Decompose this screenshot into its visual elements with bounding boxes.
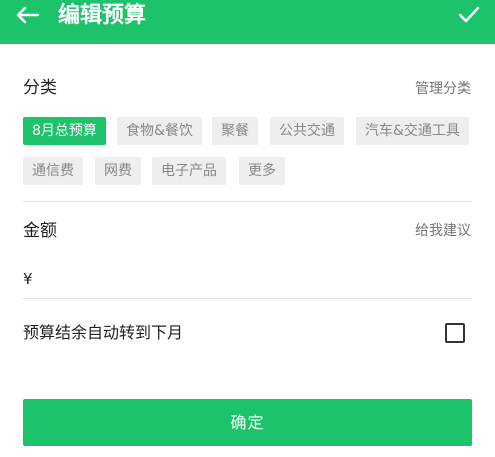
rollover-checkbox[interactable] [445,323,465,343]
category-label: 分类 [23,78,57,98]
chip-public-transport[interactable]: 公共交通 [270,117,344,145]
divider [23,201,472,202]
chip-car-transport[interactable]: 汽车&交通工具 [356,117,469,145]
divider [23,298,472,299]
confirm-button[interactable]: 确定 [23,399,472,446]
chip-dining-out[interactable]: 聚餐 [212,117,258,145]
chip-more[interactable]: 更多 [239,157,285,185]
chip-phone-bill[interactable]: 通信费 [23,157,83,185]
amount-input[interactable] [40,266,460,292]
app-header: 编辑预算 [0,0,495,44]
arrow-left-icon[interactable] [14,5,40,25]
check-icon[interactable] [458,5,480,25]
page-title: 编辑预算 [58,3,147,28]
suggest-link[interactable]: 给我建议 [415,221,471,241]
manage-categories-link[interactable]: 管理分类 [415,79,471,99]
rollover-label: 预算结余自动转到下月 [23,323,184,342]
amount-label: 金额 [23,221,57,241]
currency-symbol: ¥ [23,270,33,288]
chip-food-dining[interactable]: 食物&餐饮 [117,117,202,145]
chip-internet-fee[interactable]: 网费 [95,157,141,185]
chip-august-total-budget[interactable]: 8月总预算 [23,117,106,145]
chip-electronics[interactable]: 电子产品 [152,157,226,185]
